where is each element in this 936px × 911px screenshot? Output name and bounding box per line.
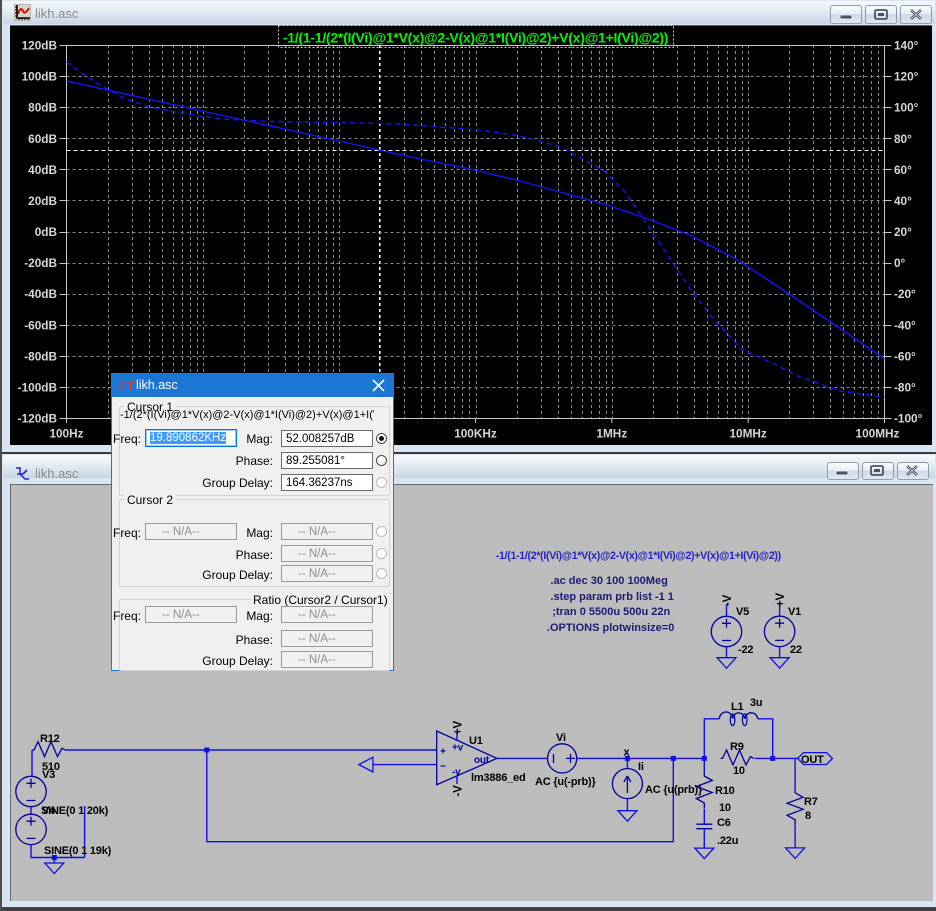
svg-text:V1: V1 <box>788 606 801 618</box>
svg-text:-80°: -80° <box>894 380 916 394</box>
svg-text:0°: 0° <box>894 256 906 270</box>
svg-text:-80dB: -80dB <box>24 349 57 363</box>
svg-text:-1/(1-1/(2*(I(Vi)@1*V(x)@2-V(x: -1/(1-1/(2*(I(Vi)@1*V(x)@2-V(x)@1*I(Vi)@… <box>496 550 781 562</box>
svg-text:+V: +V <box>453 720 465 735</box>
svg-text:40dB: 40dB <box>28 163 57 177</box>
svg-text:40°: 40° <box>894 194 912 208</box>
svg-text:R7: R7 <box>804 796 818 808</box>
svg-text:R10: R10 <box>715 785 735 797</box>
svg-text:out: out <box>474 755 490 766</box>
svg-text:-40°: -40° <box>894 318 916 332</box>
svg-text:20°: 20° <box>894 225 912 239</box>
svg-text:AC {u(-prb)}: AC {u(-prb)} <box>535 776 596 788</box>
svg-text:.step param prb list -1 1: .step param prb list -1 1 <box>550 591 673 603</box>
svg-text:.22u: .22u <box>717 835 738 847</box>
svg-text:.OPTIONS plotwinsize=0: .OPTIONS plotwinsize=0 <box>547 622 674 634</box>
svg-text:R12: R12 <box>40 733 60 745</box>
svg-text:60°: 60° <box>894 163 912 177</box>
svg-text:-100°: -100° <box>894 412 923 426</box>
svg-text:-20°: -20° <box>894 287 916 301</box>
svg-text:0dB: 0dB <box>35 225 57 239</box>
svg-text:1MHz: 1MHz <box>596 427 627 441</box>
svg-text:Vi: Vi <box>556 732 566 744</box>
svg-text:100°: 100° <box>894 101 919 115</box>
svg-text:-22: -22 <box>738 644 753 656</box>
svg-text:20dB: 20dB <box>28 194 57 208</box>
svg-text:-40dB: -40dB <box>24 287 57 301</box>
svg-text:100KHz: 100KHz <box>454 427 497 441</box>
svg-text:80°: 80° <box>894 132 912 146</box>
svg-text:60dB: 60dB <box>28 132 57 146</box>
svg-text:-V: -V <box>453 785 465 797</box>
svg-text:C6: C6 <box>717 817 731 829</box>
svg-text:R9: R9 <box>730 741 744 753</box>
svg-text:22: 22 <box>790 644 802 656</box>
svg-text:10: 10 <box>719 802 731 814</box>
svg-text:.ac dec 30 100 100Meg: .ac dec 30 100 100Meg <box>550 575 667 587</box>
svg-text:-1/(1-1/(2*(I(Vi)@1*V(x)@2-V(x: -1/(1-1/(2*(I(Vi)@1*V(x)@2-V(x)@1*I(Vi)@… <box>283 30 668 46</box>
svg-text:-20dB: -20dB <box>24 256 57 270</box>
svg-text:120dB: 120dB <box>22 39 57 53</box>
svg-text:Ii: Ii <box>638 761 644 773</box>
svg-text:120°: 120° <box>894 70 919 84</box>
svg-text:-100dB: -100dB <box>18 380 57 394</box>
svg-text:80dB: 80dB <box>28 101 57 115</box>
svg-text:V5: V5 <box>736 606 749 618</box>
svg-text:10MHz: 10MHz <box>729 427 766 441</box>
svg-text:-120dB: -120dB <box>18 412 57 426</box>
svg-text:lm3886_ed: lm3886_ed <box>471 772 525 784</box>
svg-text:-60°: -60° <box>894 349 916 363</box>
svg-text:L1: L1 <box>731 701 744 713</box>
svg-text:AC {u(prb)}: AC {u(prb)} <box>645 784 703 796</box>
svg-text:100dB: 100dB <box>22 70 57 84</box>
svg-text:U1: U1 <box>469 735 483 747</box>
svg-text:OUT: OUT <box>801 754 824 766</box>
svg-text:−: − <box>440 762 446 773</box>
svg-text:V4: V4 <box>42 805 56 817</box>
svg-text:SINE(0 1 19k): SINE(0 1 19k) <box>44 845 112 857</box>
svg-text:+V: +V <box>775 592 787 607</box>
svg-text:+v: +v <box>452 743 464 754</box>
svg-text:+: + <box>440 747 446 758</box>
svg-text:-60dB: -60dB <box>24 318 57 332</box>
svg-text:10: 10 <box>733 765 745 777</box>
svg-text:8: 8 <box>805 810 811 822</box>
svg-text:3u: 3u <box>750 697 762 709</box>
svg-text:140°: 140° <box>894 39 919 53</box>
svg-text:100Hz: 100Hz <box>49 427 83 441</box>
svg-text:V3: V3 <box>42 769 55 781</box>
svg-text:-V: -V <box>722 594 734 606</box>
svg-text:100MHz: 100MHz <box>856 427 900 441</box>
svg-text:;tran 0 5500u 500u 22n: ;tran 0 5500u 500u 22n <box>552 606 670 618</box>
